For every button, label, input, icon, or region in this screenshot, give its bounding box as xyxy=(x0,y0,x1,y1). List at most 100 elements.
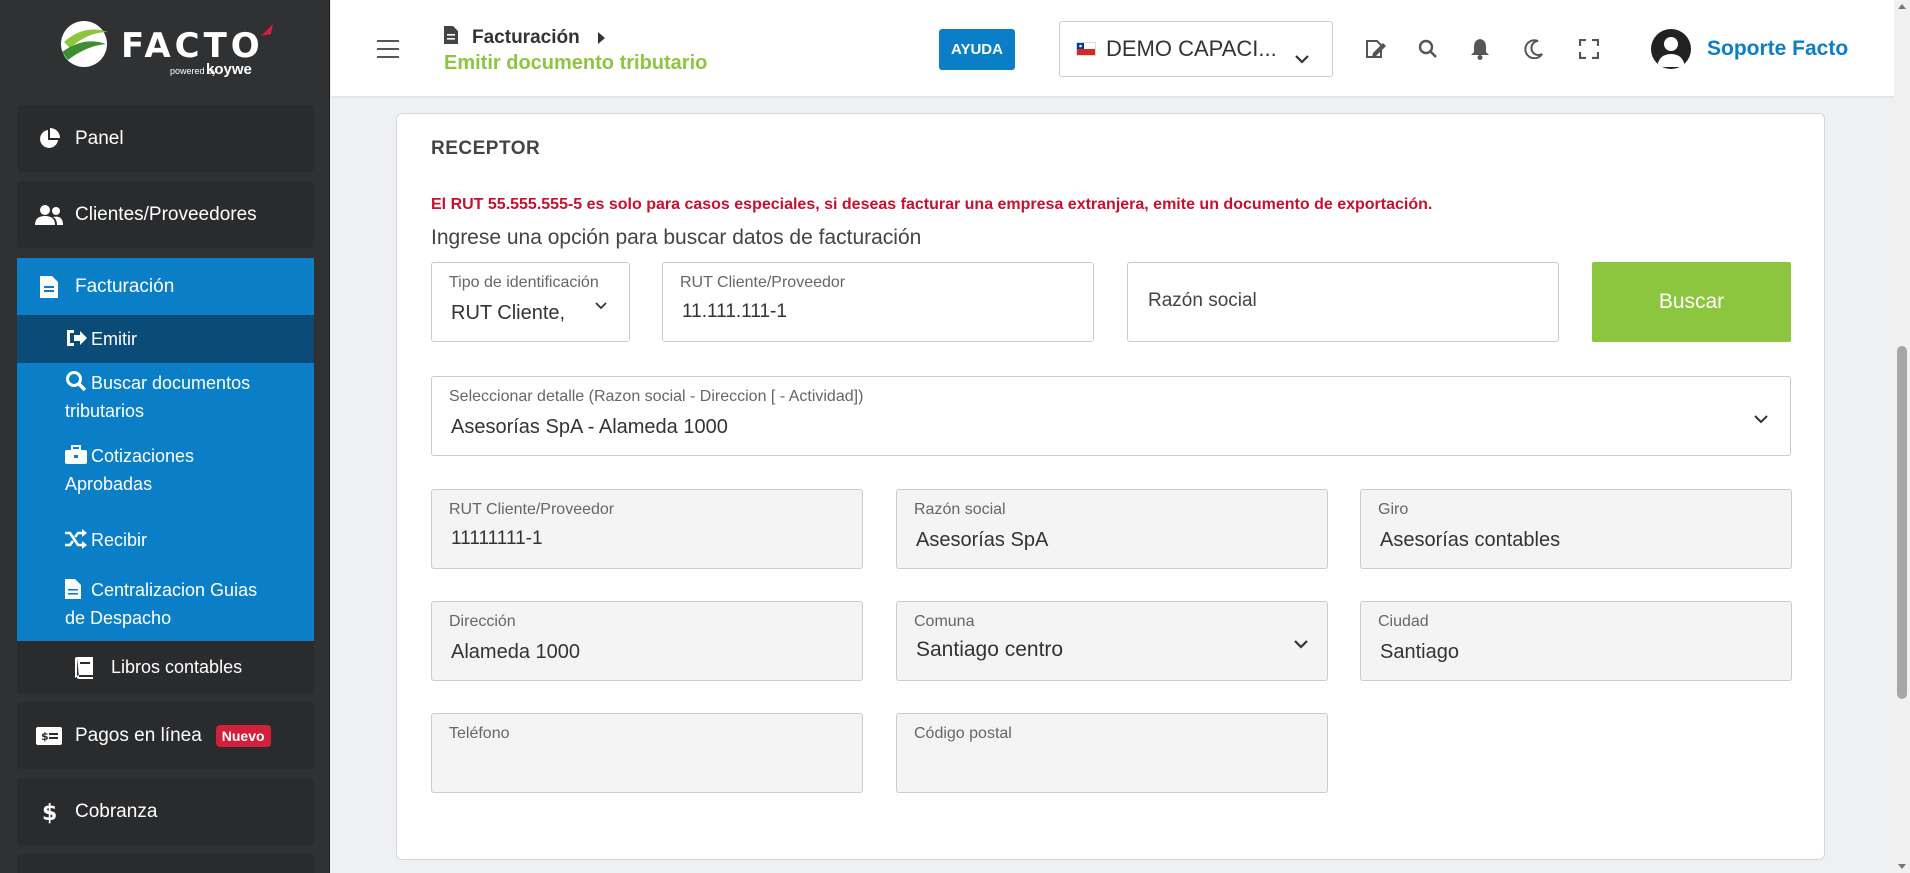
fullscreen-icon[interactable] xyxy=(1576,36,1602,62)
field-label: Razón social xyxy=(914,501,1006,518)
sidebar-subitem-recibir[interactable]: Recibir xyxy=(17,528,314,556)
id-type-select[interactable]: Tipo de identificación RUT Cliente, xyxy=(431,262,630,342)
field-label: RUT Cliente/Proveedor xyxy=(449,501,615,518)
signature-edit-icon[interactable] xyxy=(1363,36,1389,62)
field-value: Asesorías SpA xyxy=(916,529,1049,551)
help-button[interactable]: AYUDA xyxy=(939,29,1015,70)
subitem-label: Centralizacion Guias xyxy=(91,580,258,600)
field-value: Alameda 1000 xyxy=(451,641,580,663)
shuffle-icon xyxy=(65,529,87,556)
sidebar-item-label: Panel xyxy=(75,127,124,149)
sidebar-item-pagos[interactable]: $ Pagos en línea Nuevo xyxy=(17,702,314,769)
hamburger-menu-icon[interactable] xyxy=(377,40,399,58)
rut-field[interactable]: RUT Cliente/Proveedor 11111111-1 xyxy=(431,489,863,569)
sidebar-item-partial[interactable] xyxy=(17,854,314,873)
search-icon[interactable] xyxy=(1415,36,1441,62)
caret-right-icon xyxy=(597,32,605,44)
chevron-down-icon xyxy=(1754,411,1768,429)
page-scrollbar[interactable] xyxy=(1894,0,1910,873)
field-label: Giro xyxy=(1378,501,1409,518)
receptor-card: RECEPTOR El RUT 55.555.555-5 es solo par… xyxy=(396,113,1825,860)
sidebar-item-cobranza[interactable]: $ Cobranza xyxy=(17,778,314,845)
field-value: RUT Cliente, xyxy=(451,302,566,324)
sidebar-subitem-emitir[interactable]: Emitir xyxy=(17,315,314,363)
sidebar-subitem-cotizaciones[interactable]: Cotizaciones Aprobadas xyxy=(17,444,314,497)
field-label: Código postal xyxy=(914,725,1012,742)
field-label: RUT Cliente/Proveedor xyxy=(680,274,846,291)
field-label: Ciudad xyxy=(1378,613,1429,630)
svg-text:$: $ xyxy=(42,801,56,824)
field-label: Seleccionar detalle (Razon social - Dire… xyxy=(449,388,864,405)
rut-search-input[interactable]: RUT Cliente/Proveedor 11.111.111-1 xyxy=(662,262,1094,342)
money-bill-icon: $ xyxy=(35,724,63,748)
chile-flag-icon xyxy=(1076,42,1096,56)
company-name: DEMO CAPACI... xyxy=(1106,36,1277,61)
breadcrumb: Facturación xyxy=(444,26,605,50)
subitem-label: Emitir xyxy=(91,329,137,349)
detalle-select[interactable]: Seleccionar detalle (Razon social - Dire… xyxy=(431,376,1791,456)
avatar[interactable] xyxy=(1651,29,1691,69)
field-value: Asesorías contables xyxy=(1380,529,1561,551)
direccion-field[interactable]: Dirección Alameda 1000 xyxy=(431,601,863,681)
razon-social-search-input[interactable]: Razón social xyxy=(1127,262,1559,342)
field-label: Tipo de identificación xyxy=(449,274,599,291)
field-label: Comuna xyxy=(914,613,975,630)
pie-chart-icon xyxy=(35,127,63,151)
chevron-down-icon xyxy=(595,297,607,315)
top-header: Facturación Emitir documento tributario … xyxy=(331,0,1896,96)
sidebar-subitem-buscar-documentos[interactable]: Buscar documentos tributarios xyxy=(17,370,314,424)
logo-koywe: koywe xyxy=(206,61,252,78)
search-hint: Ingrese una opción para buscar datos de … xyxy=(431,226,922,249)
section-title: RECEPTOR xyxy=(431,138,541,159)
book-icon xyxy=(73,656,95,679)
subitem-label: Cotizaciones xyxy=(91,446,195,466)
field-value: 11.111.111-1 xyxy=(682,301,787,322)
field-value: Asesorías SpA - Alameda 1000 xyxy=(451,416,728,438)
company-selector[interactable]: DEMO CAPACI... xyxy=(1059,21,1333,77)
telefono-field[interactable]: Teléfono xyxy=(431,713,863,793)
moon-icon[interactable] xyxy=(1521,36,1547,62)
subitem-label-line2: de Despacho xyxy=(65,608,172,628)
sidebar: FACTO powered by koywe Panel Clientes/Pr… xyxy=(0,0,330,873)
document-icon xyxy=(444,26,458,50)
briefcase-icon xyxy=(65,445,87,472)
razon-social-field[interactable]: Razón social Asesorías SpA xyxy=(896,489,1328,569)
sidebar-subitem-libros-contables[interactable]: Libros contables xyxy=(17,641,314,694)
giro-field[interactable]: Giro Asesorías contables xyxy=(1360,489,1792,569)
ciudad-field[interactable]: Ciudad Santiago xyxy=(1360,601,1792,681)
sidebar-item-clientes[interactable]: Clientes/Proveedores xyxy=(17,181,314,248)
breadcrumb-item[interactable]: Facturación xyxy=(472,27,580,49)
sidebar-item-facturacion[interactable]: Facturación xyxy=(17,258,314,315)
buscar-button[interactable]: Buscar xyxy=(1592,262,1791,342)
subitem-label: Buscar documentos xyxy=(91,373,251,393)
rut-warning: El RUT 55.555.555-5 es solo para casos e… xyxy=(431,196,1433,213)
field-label: Dirección xyxy=(449,613,516,630)
sidebar-item-label: Pagos en línea xyxy=(75,724,202,746)
user-name[interactable]: Soporte Facto xyxy=(1707,37,1848,61)
sidebar-item-label: Cobranza xyxy=(75,800,158,822)
field-placeholder: Razón social xyxy=(1148,290,1257,311)
codigo-postal-field[interactable]: Código postal xyxy=(896,713,1328,793)
sidebar-subitem-centralizacion[interactable]: Centralizacion Guias de Despacho xyxy=(17,578,314,631)
subitem-label-line2: Aprobadas xyxy=(65,474,153,494)
field-value: Santiago xyxy=(1380,641,1459,663)
facto-logo[interactable]: FACTO powered by koywe xyxy=(58,16,278,82)
dollar-icon: $ xyxy=(35,800,63,824)
svg-text:$: $ xyxy=(41,730,49,743)
search-icon xyxy=(65,370,87,399)
sidebar-item-panel[interactable]: Panel xyxy=(17,105,314,172)
field-value: 11111111-1 xyxy=(451,528,543,549)
sidebar-group-facturacion: Facturación Emitir Buscar documentos tri… xyxy=(17,258,314,641)
bell-icon[interactable] xyxy=(1467,36,1493,62)
scroll-down-arrow-icon[interactable] xyxy=(1898,864,1906,869)
document-icon xyxy=(65,579,87,606)
subitem-label: Recibir xyxy=(91,530,148,550)
scrollbar-thumb[interactable] xyxy=(1897,346,1907,699)
document-icon xyxy=(35,275,63,299)
new-badge: Nuevo xyxy=(215,724,271,747)
chevron-down-icon xyxy=(1293,636,1309,654)
logo-word: FACTO xyxy=(121,26,264,66)
chevron-down-icon xyxy=(1294,44,1310,70)
scroll-up-arrow-icon[interactable] xyxy=(1898,4,1906,9)
comuna-select[interactable]: Comuna Santiago centro xyxy=(896,601,1328,681)
